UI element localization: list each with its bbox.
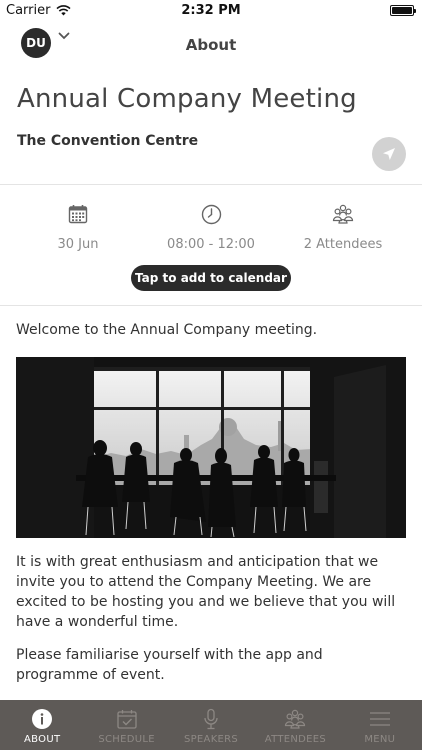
calendar-icon <box>68 205 88 224</box>
navigation-bar: DU About <box>0 22 422 66</box>
tab-about[interactable]: ABOUT <box>0 700 84 750</box>
people-icon <box>285 709 306 729</box>
tab-speakers[interactable]: SPEAKERS <box>169 700 253 750</box>
meeting-silhouette-photo <box>16 357 406 538</box>
about-screen: Carrier 2:32 PM DU About Annual Company … <box>0 0 422 750</box>
attendees-count-label: 2 Attendees <box>303 237 383 252</box>
tab-menu[interactable]: MENU <box>338 700 422 750</box>
tab-about-label: ABOUT <box>24 734 61 745</box>
event-photo <box>16 357 406 538</box>
status-time: 2:32 PM <box>181 3 241 18</box>
microphone-icon <box>204 708 218 730</box>
intro-paragraph: It is with great enthusiasm and anticipa… <box>16 554 396 630</box>
event-date: 30 Jun <box>8 203 148 252</box>
event-time: 08:00 - 12:00 <box>141 203 281 252</box>
info-divider <box>0 305 422 306</box>
clock-icon <box>201 204 221 224</box>
event-venue: The Convention Centre <box>17 133 199 149</box>
page-title: About <box>185 36 237 54</box>
battery-icon <box>390 5 416 16</box>
info-icon <box>32 709 53 729</box>
welcome-text: Welcome to the Annual Company meeting. <box>16 322 318 338</box>
event-title: Annual Company Meeting <box>17 84 357 114</box>
event-attendees[interactable]: 2 Attendees <box>273 203 413 252</box>
tab-attendees-label: ATTENDEES <box>264 734 327 745</box>
app-guidance-paragraph: Please familiarise yourself with the app… <box>16 647 323 683</box>
people-icon <box>332 204 354 224</box>
tab-bar: ABOUT SCHEDULE SPEAKERS ATTENDEES MENU <box>0 700 422 750</box>
calendar-check-icon <box>116 710 137 729</box>
directions-button[interactable] <box>372 137 406 171</box>
tab-schedule-label: SCHEDULE <box>98 734 155 745</box>
header-divider <box>0 184 422 185</box>
event-time-label: 08:00 - 12:00 <box>167 237 255 252</box>
tab-speakers-label: SPEAKERS <box>183 734 239 745</box>
tab-schedule[interactable]: SCHEDULE <box>84 700 168 750</box>
status-bar: Carrier 2:32 PM <box>0 0 422 22</box>
hamburger-icon <box>369 712 390 726</box>
tab-menu-label: MENU <box>364 734 396 745</box>
tab-attendees[interactable]: ATTENDEES <box>253 700 337 750</box>
add-to-calendar-button[interactable]: Tap to add to calendar <box>131 265 291 291</box>
event-date-label: 30 Jun <box>57 237 99 252</box>
location-arrow-icon <box>383 148 395 160</box>
